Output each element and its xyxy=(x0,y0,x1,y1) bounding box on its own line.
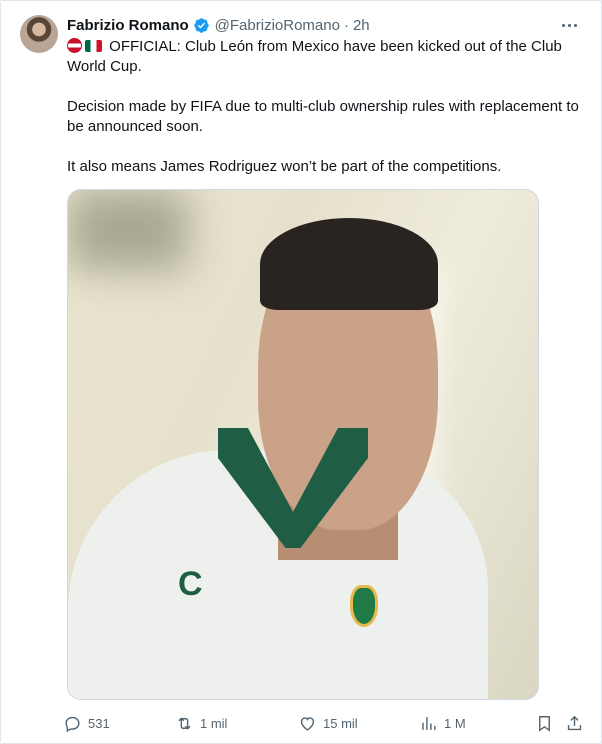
bookmark-icon xyxy=(539,715,550,732)
shirt-logo-icon: C xyxy=(178,565,203,603)
bookmark-button[interactable] xyxy=(535,711,554,735)
tweet-card: Fabrizio Romano @FabrizioRomano · 2h OFF… xyxy=(0,0,602,744)
tweet-header: Fabrizio Romano @FabrizioRomano · 2h xyxy=(67,15,370,35)
repost-button[interactable]: 1 mil xyxy=(175,711,227,735)
tweet-line-2: Decision made by FIFA due to multi-club … xyxy=(67,98,579,135)
action-bar: 531 1 mil 15 mil 1 M xyxy=(63,711,593,735)
views-icon xyxy=(422,716,436,730)
more-options-icon[interactable] xyxy=(559,15,579,35)
author-name[interactable]: Fabrizio Romano xyxy=(67,17,189,34)
like-count: 15 mil xyxy=(323,715,358,731)
post-time[interactable]: 2h xyxy=(353,17,370,34)
share-button[interactable] xyxy=(565,711,584,735)
reply-count: 531 xyxy=(88,715,110,731)
reply-icon xyxy=(65,716,80,732)
mexico-flag-icon xyxy=(85,40,102,52)
like-icon xyxy=(300,716,315,731)
tweet-photo[interactable]: C xyxy=(67,189,539,700)
author-handle[interactable]: @FabrizioRomano xyxy=(215,17,340,34)
verified-badge-icon xyxy=(193,17,209,33)
reply-button[interactable]: 531 xyxy=(63,711,110,735)
views-count: 1 M xyxy=(444,715,466,731)
separator: · xyxy=(343,16,349,34)
tweet-line-1: OFFICIAL: Club León from Mexico have bee… xyxy=(67,37,587,77)
repost-count: 1 mil xyxy=(200,715,228,731)
share-icon xyxy=(567,715,582,730)
austria-flag-icon xyxy=(67,38,82,53)
tweet-line-3: It also means James Rodriguez won’t be p… xyxy=(67,158,502,175)
club-crest-icon xyxy=(350,585,378,627)
repost-icon xyxy=(178,716,191,730)
tweet-line-1-text: OFFICIAL: Club León from Mexico have bee… xyxy=(67,38,562,75)
tweet-text: OFFICIAL: Club León from Mexico have bee… xyxy=(67,37,587,177)
like-button[interactable]: 15 mil xyxy=(298,711,358,735)
avatar[interactable] xyxy=(20,15,58,53)
views-button[interactable]: 1 M xyxy=(419,711,466,735)
